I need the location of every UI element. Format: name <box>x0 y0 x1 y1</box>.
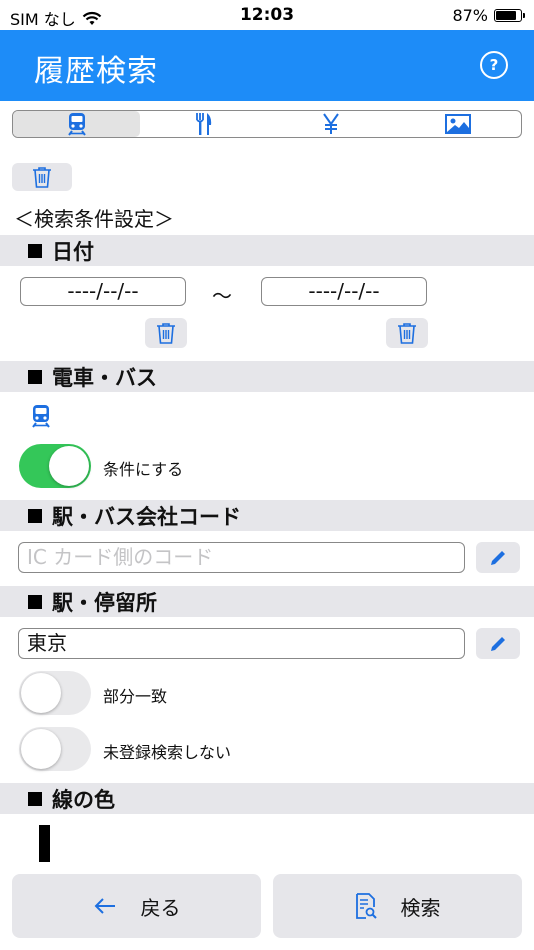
date-from-field[interactable]: ----/--/-- <box>20 277 186 306</box>
date-to-field[interactable]: ----/--/-- <box>261 277 427 306</box>
section-station: 駅・停留所 <box>0 586 534 617</box>
section-line-color-title: 線の色 <box>52 787 115 812</box>
exclude-unregistered-label: 未登録検索しない <box>103 743 232 762</box>
toggle-knob <box>49 446 89 486</box>
transport-condition-toggle[interactable] <box>19 444 91 488</box>
toggle-knob <box>21 673 61 713</box>
segment-food[interactable] <box>140 111 267 137</box>
section-company-code: 駅・バス会社コード <box>0 500 534 531</box>
battery-percent: 87% <box>452 6 488 25</box>
back-button-label: 戻る <box>140 895 181 920</box>
clear-date-to-button[interactable] <box>386 318 428 348</box>
section-date: 日付 <box>0 235 534 266</box>
status-bar: SIM なし 12:03 87% <box>0 0 534 30</box>
section-marker <box>28 508 42 523</box>
photo-icon <box>444 114 471 134</box>
train-icon <box>32 405 50 428</box>
search-button[interactable]: 検索 <box>273 874 522 938</box>
section-marker <box>28 791 42 806</box>
company-code-input[interactable]: IC カード側のコード <box>18 542 465 573</box>
partial-match-label: 部分一致 <box>103 687 168 706</box>
search-button-label: 検索 <box>400 895 441 920</box>
section-transport: 電車・バス <box>0 361 534 392</box>
partial-match-toggle[interactable] <box>19 671 91 715</box>
section-line-color: 線の色 <box>0 783 534 814</box>
pencil-icon <box>491 550 505 565</box>
fork-knife-icon <box>195 113 211 135</box>
edit-station-button[interactable] <box>476 628 520 659</box>
segment-money[interactable] <box>267 111 394 137</box>
section-station-title: 駅・停留所 <box>52 590 157 615</box>
trash-icon <box>157 323 175 344</box>
section-transport-title: 電車・バス <box>52 365 157 390</box>
nav-bar: 履歴検索 ? <box>0 30 534 101</box>
yen-icon <box>322 113 339 134</box>
battery-info: 87% <box>452 6 525 25</box>
search-conditions-heading: ＜検索条件設定＞ <box>14 207 174 231</box>
question-circle-icon[interactable]: ? <box>480 51 508 79</box>
section-marker <box>28 243 42 258</box>
station-input[interactable]: 東京 <box>18 628 465 659</box>
arrow-left-icon <box>94 898 115 914</box>
trash-icon <box>33 167 51 188</box>
section-date-title: 日付 <box>52 239 94 264</box>
clear-date-from-button[interactable] <box>145 318 187 348</box>
transport-condition-label: 条件にする <box>103 460 184 479</box>
trash-icon <box>398 323 416 344</box>
train-icon <box>67 113 86 136</box>
category-segmented-control <box>12 110 522 138</box>
battery-icon <box>494 9 525 22</box>
pencil-icon <box>491 636 505 651</box>
line-color-swatch[interactable] <box>39 825 50 862</box>
date-range-separator: 〜 <box>212 284 232 308</box>
clear-all-button[interactable] <box>12 163 72 191</box>
exclude-unregistered-toggle[interactable] <box>19 727 91 771</box>
section-company-code-title: 駅・バス会社コード <box>52 504 241 529</box>
page-title: 履歴検索 <box>34 54 158 89</box>
section-marker <box>28 369 42 384</box>
edit-company-code-button[interactable] <box>476 542 520 573</box>
segment-photo[interactable] <box>394 111 521 137</box>
segment-train[interactable] <box>13 111 140 137</box>
section-marker <box>28 594 42 609</box>
toggle-knob <box>21 729 61 769</box>
document-search-icon <box>355 893 377 919</box>
back-button[interactable]: 戻る <box>12 874 261 938</box>
